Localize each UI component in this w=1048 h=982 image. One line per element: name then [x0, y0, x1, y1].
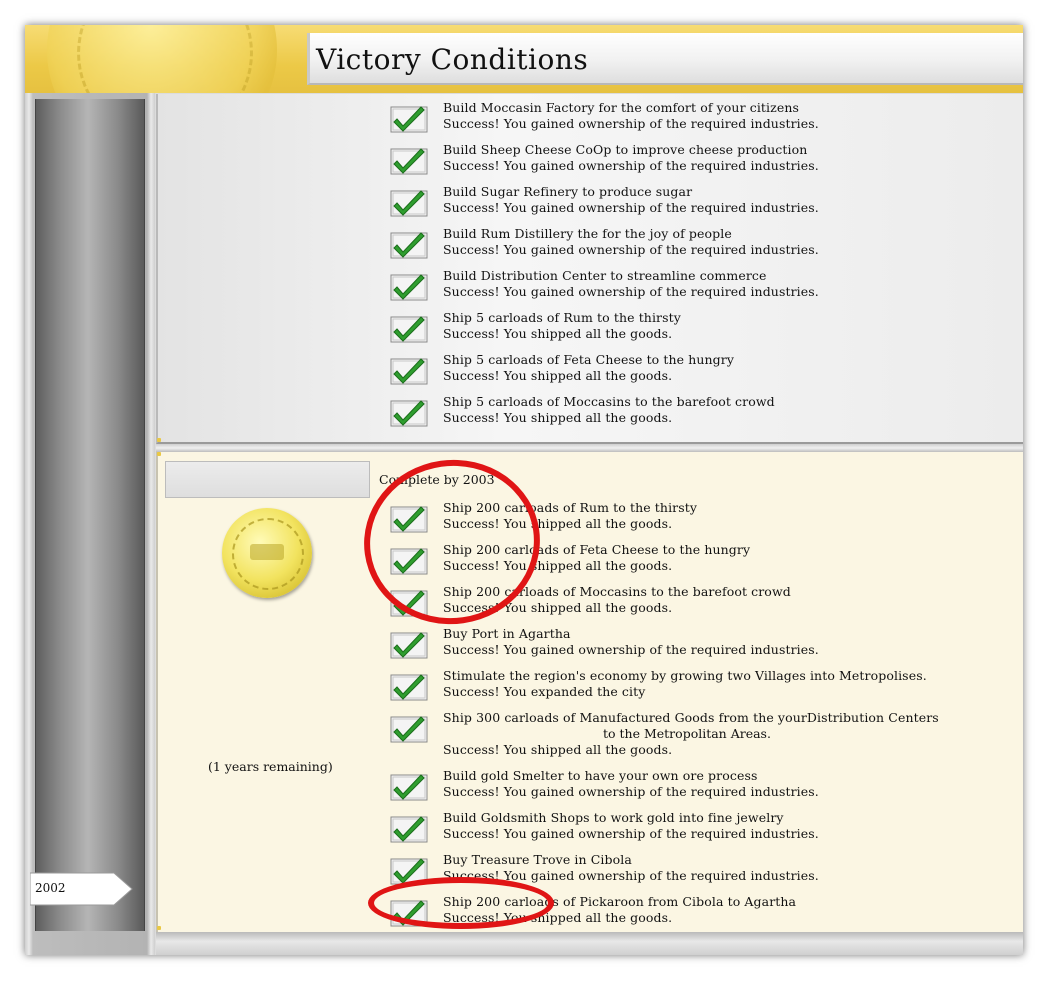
corner-marker — [157, 438, 161, 442]
goal-item: Build gold Smelter to have your own ore … — [390, 768, 990, 808]
goal-status: Success! You gained ownership of the req… — [443, 826, 819, 841]
goal-status: Success! You gained ownership of the req… — [443, 284, 819, 299]
goal-status: Success! You shipped all the goods. — [443, 326, 673, 341]
goal-title: Ship 5 carloads of Moccasins to the bare… — [443, 394, 775, 409]
years-remaining: (1 years remaining) — [208, 759, 333, 774]
goal-item: Ship 5 carloads of Feta Cheese to the hu… — [390, 352, 990, 392]
title-bar: Victory Conditions — [307, 33, 1023, 85]
goal-title-continued: to the Metropolitan Areas. — [603, 726, 771, 741]
green-checkmark-icon — [390, 316, 428, 343]
goal-status: Success! You gained ownership of the req… — [443, 784, 819, 799]
goal-status: Success! You expanded the city — [443, 684, 646, 699]
green-checkmark-icon — [390, 716, 428, 743]
year-marker[interactable]: 2002 — [30, 871, 134, 907]
green-checkmark-icon — [390, 232, 428, 259]
goal-item: Build Goldsmith Shops to work gold into … — [390, 810, 990, 850]
goal-item: Build Moccasin Factory for the comfort o… — [390, 100, 990, 140]
goal-item: Build Sheep Cheese CoOp to improve chees… — [390, 142, 990, 182]
green-checkmark-icon — [390, 900, 428, 927]
goal-item: Build Rum Distillery the for the joy of … — [390, 226, 990, 266]
goal-item: Ship 200 carloads of Feta Cheese to the … — [390, 542, 990, 582]
goal-item: Build Sugar Refinery to produce sugar Suc… — [390, 184, 990, 224]
goal-status: Success! You gained ownership of the req… — [443, 868, 819, 883]
goal-item: Build Distribution Center to streamline … — [390, 268, 990, 308]
goal-item: Buy Treasure Trove in Cibola Success! You… — [390, 852, 990, 892]
timeline-rail — [25, 93, 155, 955]
goal-title: Stimulate the region's economy by growin… — [443, 668, 927, 683]
green-checkmark-icon — [390, 816, 428, 843]
goal-title: Ship 200 carloads of Feta Cheese to the … — [443, 542, 751, 557]
green-checkmark-icon — [390, 858, 428, 885]
year-label: 2002 — [35, 881, 66, 895]
goal-item: Stimulate the region's economy by growin… — [390, 668, 990, 708]
window-header: Victory Conditions — [25, 25, 1023, 93]
green-checkmark-icon — [390, 506, 428, 533]
goal-status: Success! You shipped all the goods. — [443, 742, 673, 757]
goal-title: Ship 5 carloads of Rum to the thirsty — [443, 310, 681, 325]
goal-title: Build Sugar Refinery to produce sugar — [443, 184, 693, 199]
goal-title: Ship 200 carloads of Moccasins to the ba… — [443, 584, 791, 599]
goal-title: Build Moccasin Factory for the comfort o… — [443, 100, 799, 115]
goal-status: Success! You shipped all the goods. — [443, 516, 673, 531]
goal-title: Ship 300 carloads of Manufactured Goods … — [443, 710, 939, 725]
green-checkmark-icon — [390, 590, 428, 617]
goal-status: Success! You shipped all the goods. — [443, 410, 673, 425]
goal-status: Success! You gained ownership of the req… — [443, 642, 819, 657]
goal-title: Ship 200 carloads of Pickaroon from Cibo… — [443, 894, 797, 909]
goal-title: Build gold Smelter to have your own ore … — [443, 768, 758, 783]
bottom-bar — [156, 932, 1023, 955]
goal-title: Build Goldsmith Shops to work gold into … — [443, 810, 784, 825]
green-checkmark-icon — [390, 674, 428, 701]
green-checkmark-icon — [390, 274, 428, 301]
goal-status: Success! You shipped all the goods. — [443, 558, 673, 573]
green-checkmark-icon — [390, 106, 428, 133]
goal-title: Ship 200 carloads of Rum to the thirsty — [443, 500, 698, 515]
goal-title: Buy Port in Agartha — [443, 626, 571, 641]
gold-medal-icon — [222, 508, 312, 598]
goal-status: Success! You gained ownership of the req… — [443, 116, 819, 131]
window-title: Victory Conditions — [316, 43, 589, 76]
goal-title: Ship 5 carloads of Feta Cheese to the hu… — [443, 352, 735, 367]
goal-status: Success! You gained ownership of the req… — [443, 242, 819, 257]
green-checkmark-icon — [390, 548, 428, 575]
green-checkmark-icon — [390, 774, 428, 801]
goal-item: Ship 5 carloads of Rum to the thirsty Suc… — [390, 310, 990, 350]
goal-status: Success! You shipped all the goods. — [443, 910, 673, 925]
goal-status: Success! You gained ownership of the req… — [443, 200, 819, 215]
panel-divider — [156, 444, 1023, 452]
goal-item: Buy Port in Agartha Success! You gained o… — [390, 626, 990, 666]
goal-title: Build Distribution Center to streamline … — [443, 268, 767, 283]
goal-status: Success! You shipped all the goods. — [443, 368, 673, 383]
green-checkmark-icon — [390, 400, 428, 427]
goal-title: Build Rum Distillery the for the joy of … — [443, 226, 732, 241]
goal-status: Success! You gained ownership of the req… — [443, 158, 819, 173]
section-name-box — [165, 461, 370, 498]
green-checkmark-icon — [390, 148, 428, 175]
green-checkmark-icon — [390, 190, 428, 217]
goal-item: Ship 200 carloads of Moccasins to the ba… — [390, 584, 990, 624]
goal-title: Build Sheep Cheese CoOp to improve chees… — [443, 142, 808, 157]
goal-item: Ship 300 carloads of Manufactured Goods … — [390, 710, 990, 757]
goal-title: Buy Treasure Trove in Cibola — [443, 852, 632, 867]
deadline-label: Complete by 2003 — [379, 472, 495, 487]
corner-marker — [157, 926, 161, 930]
goal-item: Ship 200 carloads of Rum to the thirsty S… — [390, 500, 990, 540]
header-medal-icon — [47, 25, 277, 93]
green-checkmark-icon — [390, 358, 428, 385]
goal-item: Ship 200 carloads of Pickaroon from Cibo… — [390, 894, 990, 934]
goal-status: Success! You shipped all the goods. — [443, 600, 673, 615]
timeline-track[interactable] — [35, 99, 145, 931]
goal-item: Ship 5 carloads of Moccasins to the bare… — [390, 394, 990, 434]
green-checkmark-icon — [390, 632, 428, 659]
corner-marker — [157, 452, 161, 456]
